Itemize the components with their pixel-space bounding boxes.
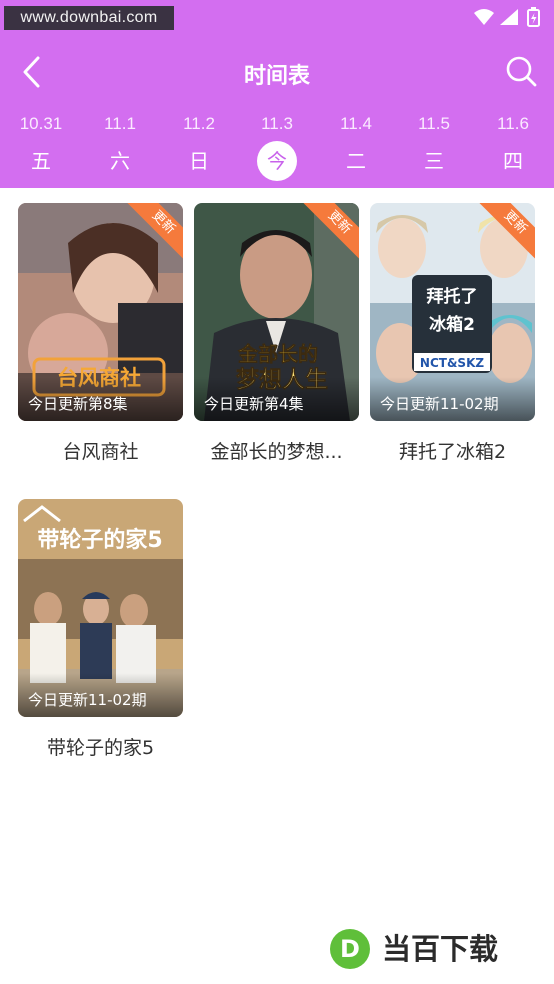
show-thumbnail: 金部长的 梦想人生 更新 今日更新第4集	[194, 203, 359, 421]
weekday-label: 五	[31, 149, 51, 173]
show-thumbnail: 台风商社 更新 今日更新第8集	[18, 203, 183, 421]
wifi-icon	[474, 9, 494, 25]
weekday-label: 二	[346, 149, 366, 173]
date-label: 11.3	[261, 114, 293, 133]
svg-text:D: D	[340, 935, 360, 963]
poster-subtitle: NCT&SKZ	[420, 356, 484, 370]
battery-icon	[527, 7, 540, 27]
update-caption: 今日更新第8集	[28, 395, 128, 413]
weekday-label: 三	[424, 149, 444, 173]
watermark-logo: D 当百下载	[326, 926, 546, 972]
date-tab-11-2[interactable]: 11.2 日	[160, 112, 238, 188]
show-thumbnail: 拜托了 冰箱2 NCT&SKZ 更新 今日更新11-02期	[370, 203, 535, 421]
update-caption: 今日更新11-02期	[28, 691, 147, 709]
page-title: 时间表	[243, 64, 310, 89]
weekday-label: 六	[110, 149, 130, 173]
poster-title: 带轮子的家5	[37, 527, 162, 553]
date-tab-11-5[interactable]: 11.5 三	[395, 112, 473, 188]
watermark-text: 当百下载	[382, 932, 498, 966]
show-title: 台风商社	[62, 441, 139, 463]
svg-text:冰箱2: 冰箱2	[429, 314, 475, 335]
date-tab-10-31[interactable]: 10.31 五	[2, 112, 80, 188]
show-card[interactable]: 金部长的 梦想人生 更新 今日更新第4集 金部长的梦想...	[194, 203, 359, 464]
show-card[interactable]: 带轮子的家5 今日更新11-02期 带轮子的家5	[18, 499, 183, 760]
date-tab-11-3-today[interactable]: 11.3 今	[238, 112, 316, 188]
weekday-label: 日	[189, 149, 209, 173]
date-label: 11.4	[340, 114, 372, 133]
watermark: www.downbai.com	[4, 6, 174, 30]
date-label: 10.31	[19, 114, 63, 133]
update-caption: 今日更新11-02期	[380, 395, 499, 413]
status-bar: www.downbai.com	[0, 0, 554, 34]
update-caption: 今日更新第4集	[204, 395, 304, 413]
signal-icon	[500, 9, 518, 25]
status-icons	[472, 7, 546, 27]
show-card[interactable]: 台风商社 更新 今日更新第8集 台风商社	[18, 203, 183, 464]
header: www.downbai.com 时间表 10.31 五 11.1 六 11.2 …	[0, 0, 554, 188]
app-bar: 时间表	[0, 40, 554, 104]
show-title: 拜托了冰箱2	[398, 441, 507, 463]
date-label: 11.2	[183, 114, 215, 133]
date-label: 11.6	[497, 114, 529, 133]
search-icon	[506, 56, 537, 87]
search-button[interactable]	[504, 54, 538, 88]
show-title: 带轮子的家5	[46, 737, 155, 759]
show-thumbnail: 带轮子的家5 今日更新11-02期	[18, 499, 183, 717]
poster-title: 金部长的	[237, 342, 318, 366]
date-selector: 10.31 五 11.1 六 11.2 日 11.3 今 11.4 二 11.5…	[0, 112, 554, 188]
date-tab-11-4[interactable]: 11.4 二	[317, 112, 395, 188]
date-label: 11.1	[104, 114, 136, 133]
show-card[interactable]: 拜托了 冰箱2 NCT&SKZ 更新 今日更新11-02期 拜托了冰箱2	[370, 203, 535, 464]
date-tab-11-1[interactable]: 11.1 六	[81, 112, 159, 188]
date-tab-11-6[interactable]: 11.6 四	[474, 112, 552, 188]
svg-text:拜托了: 拜托了	[427, 286, 478, 307]
weekday-label: 今	[257, 141, 297, 181]
date-label: 11.5	[418, 114, 450, 133]
weekday-label: 四	[503, 149, 523, 173]
show-title: 金部长的梦想...	[210, 441, 343, 463]
